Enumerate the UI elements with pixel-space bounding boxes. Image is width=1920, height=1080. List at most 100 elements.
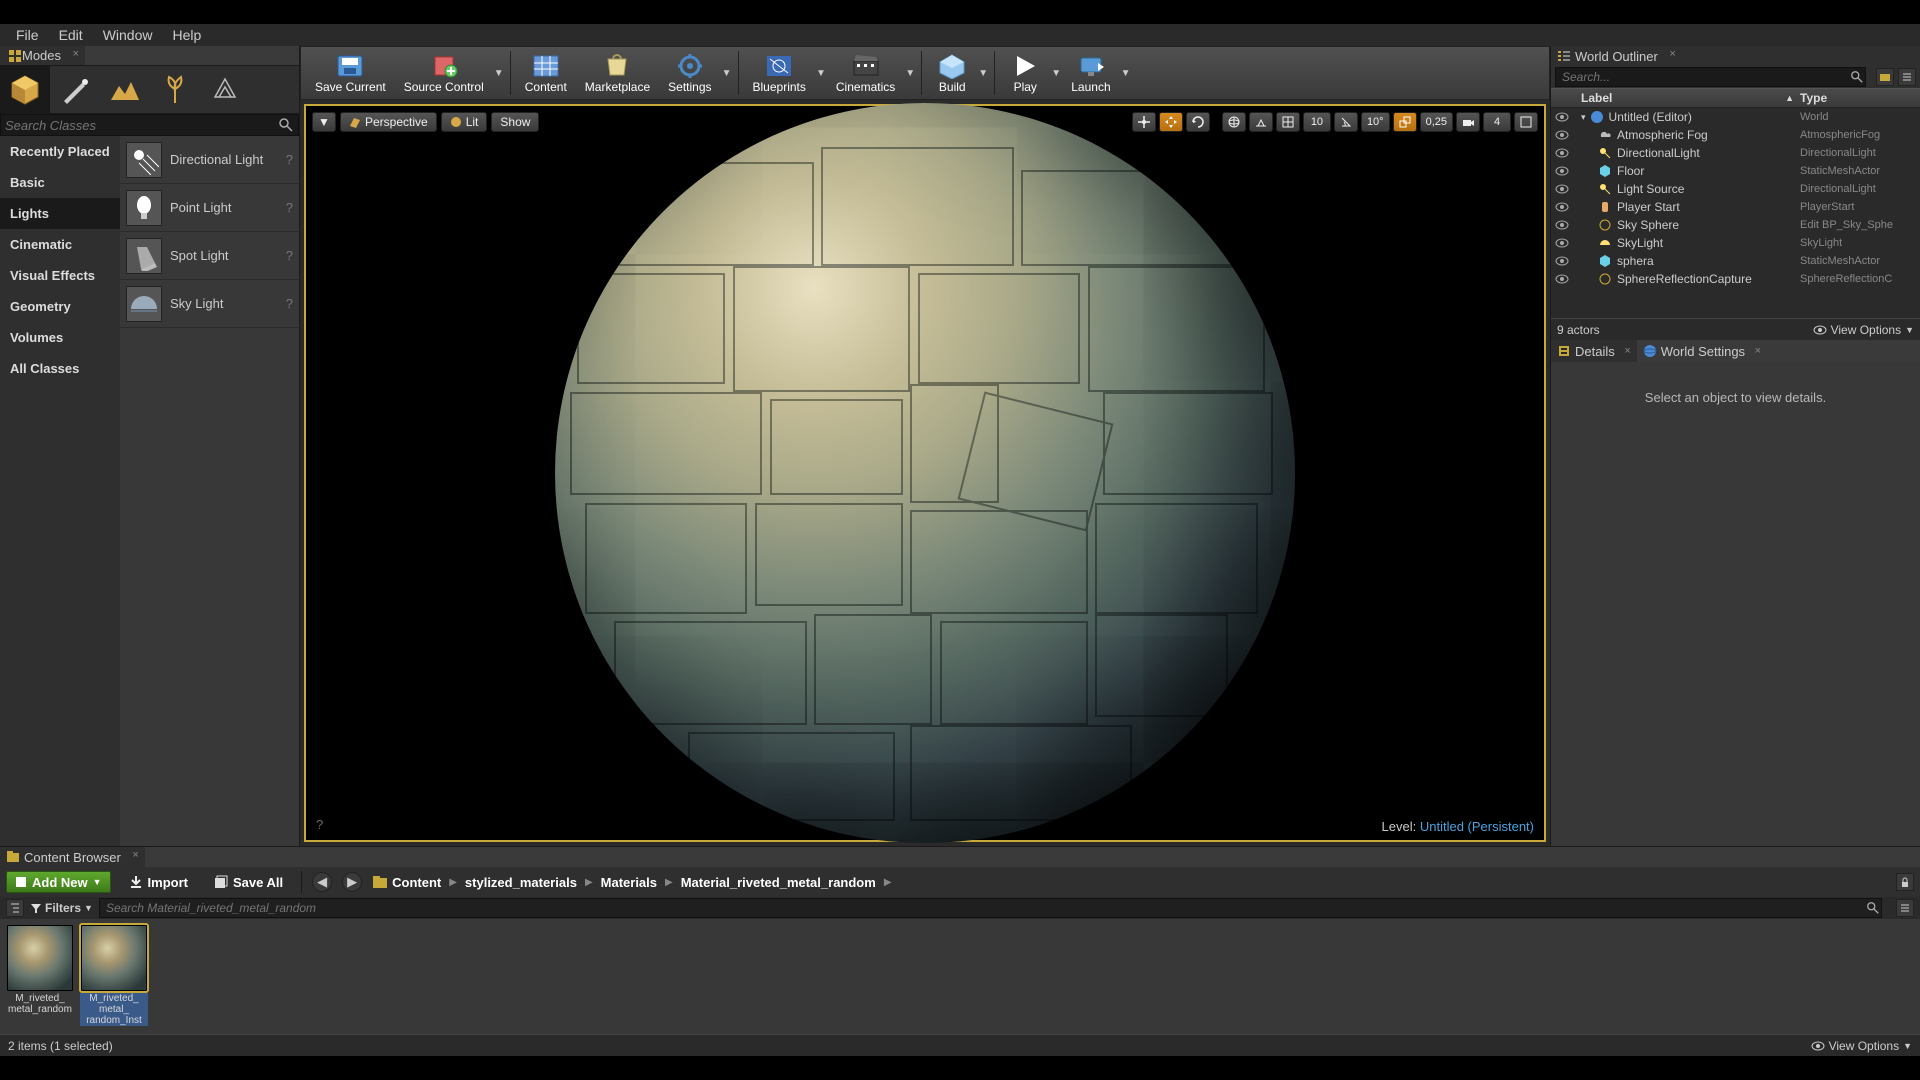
outliner-row[interactable]: Player StartPlayerStart	[1551, 198, 1920, 216]
viewport-options-dropdown[interactable]: ▼	[312, 112, 336, 132]
cb-view-options-button[interactable]: View Options ▼	[1811, 1039, 1912, 1053]
crumb-stylized[interactable]: stylized_materials	[465, 875, 577, 890]
visibility-eye-icon[interactable]	[1555, 130, 1571, 140]
outliner-row[interactable]: SphereReflectionCaptureSphereReflectionC	[1551, 270, 1920, 288]
visibility-eye-icon[interactable]	[1555, 112, 1571, 122]
tab-modes[interactable]: Modes ×	[0, 46, 85, 65]
outliner-row[interactable]: ▾Untitled (Editor)World	[1551, 108, 1920, 126]
cb-settings-button[interactable]	[1896, 899, 1914, 917]
mode-geometry[interactable]	[200, 66, 250, 114]
asset-area[interactable]: M_​riveted_​metal_​randomM_​riveted_​met…	[0, 919, 1920, 1034]
camera-speed-button[interactable]	[1456, 112, 1480, 132]
coordinate-system-button[interactable]	[1222, 112, 1246, 132]
outliner-options-button[interactable]	[1898, 68, 1916, 86]
menu-edit[interactable]: Edit	[49, 25, 93, 45]
launch-button[interactable]: Launch	[1063, 47, 1118, 99]
nav-forward-button[interactable]: ▶	[342, 872, 362, 892]
visibility-eye-icon[interactable]	[1555, 238, 1571, 248]
asset-item[interactable]: M_​riveted_​metal_​random_​Inst	[80, 925, 148, 1028]
visibility-eye-icon[interactable]	[1555, 202, 1571, 212]
tab-details[interactable]: Details ×	[1551, 340, 1637, 362]
cat-recently-placed[interactable]: Recently Placed	[0, 136, 120, 167]
cb-search-input[interactable]	[99, 898, 1882, 918]
crumb-content[interactable]: Content	[392, 875, 441, 890]
rotate-mode-button[interactable]	[1186, 112, 1210, 132]
scale-snap-value[interactable]: 0,25	[1420, 112, 1453, 132]
add-new-button[interactable]: Add New ▼	[6, 871, 111, 893]
cat-all-classes[interactable]: All Classes	[0, 353, 120, 384]
play-dropdown[interactable]: ▼	[1051, 68, 1061, 79]
outliner-row[interactable]: spheraStaticMeshActor	[1551, 252, 1920, 270]
light-spot[interactable]: Spot Light ?	[120, 232, 299, 280]
blueprints-dropdown[interactable]: ▼	[816, 68, 826, 79]
outliner-row[interactable]: Light SourceDirectionalLight	[1551, 180, 1920, 198]
column-label[interactable]: Label▲	[1551, 89, 1800, 107]
outliner-row[interactable]: FloorStaticMeshActor	[1551, 162, 1920, 180]
light-directional[interactable]: Directional Light ?	[120, 136, 299, 184]
lit-button[interactable]: Lit	[441, 112, 488, 132]
cat-volumes[interactable]: Volumes	[0, 322, 120, 353]
light-sky[interactable]: Sky Light ?	[120, 280, 299, 328]
angle-snap-value[interactable]: 10°	[1361, 112, 1390, 132]
build-button[interactable]: Build	[928, 47, 976, 99]
search-classes-input[interactable]	[5, 118, 278, 133]
visibility-eye-icon[interactable]	[1555, 274, 1571, 284]
visibility-eye-icon[interactable]	[1555, 184, 1571, 194]
launch-dropdown[interactable]: ▼	[1121, 68, 1131, 79]
outliner-row[interactable]: Sky SphereEdit BP_Sky_Sphe	[1551, 216, 1920, 234]
menu-window[interactable]: Window	[93, 25, 163, 45]
close-icon[interactable]: ×	[73, 48, 79, 60]
level-name[interactable]: Untitled (Persistent)	[1420, 819, 1534, 834]
lock-path-button[interactable]	[1896, 873, 1914, 891]
visibility-eye-icon[interactable]	[1555, 256, 1571, 266]
grid-snap-value[interactable]: 10	[1303, 112, 1331, 132]
select-mode-button[interactable]	[1132, 112, 1156, 132]
build-dropdown[interactable]: ▼	[978, 68, 988, 79]
settings-button[interactable]: Settings	[660, 47, 719, 99]
menu-file[interactable]: File	[6, 25, 49, 45]
grid-snap-toggle[interactable]	[1276, 112, 1300, 132]
light-point[interactable]: Point Light ?	[120, 184, 299, 232]
cat-geometry[interactable]: Geometry	[0, 291, 120, 322]
camera-speed-value[interactable]: 4	[1483, 112, 1511, 132]
view-options-button[interactable]: View Options ▼	[1813, 323, 1914, 337]
outliner-new-folder-button[interactable]	[1876, 68, 1894, 86]
save-all-button[interactable]: Save All	[206, 871, 291, 893]
content-button[interactable]: Content	[517, 47, 575, 99]
cat-cinematic[interactable]: Cinematic	[0, 229, 120, 260]
help-icon[interactable]: ?	[286, 296, 293, 311]
source-control-dropdown[interactable]: ▼	[494, 68, 504, 79]
show-button[interactable]: Show	[491, 112, 539, 132]
outliner-search-input[interactable]	[1555, 67, 1866, 87]
source-panel-toggle[interactable]	[6, 899, 24, 917]
outliner-row[interactable]: SkyLightSkyLight	[1551, 234, 1920, 252]
search-classes[interactable]	[0, 114, 299, 136]
import-button[interactable]: Import	[121, 871, 196, 893]
surface-snap-button[interactable]	[1249, 112, 1273, 132]
cinematics-button[interactable]: Cinematics	[828, 47, 903, 99]
marketplace-button[interactable]: Marketplace	[577, 47, 658, 99]
close-icon[interactable]: ×	[1669, 48, 1675, 60]
mode-foliage[interactable]	[150, 66, 200, 114]
cinematics-dropdown[interactable]: ▼	[905, 68, 915, 79]
help-icon[interactable]: ?	[286, 152, 293, 167]
outliner-row[interactable]: DirectionalLightDirectionalLight	[1551, 144, 1920, 162]
menu-help[interactable]: Help	[162, 25, 211, 45]
tab-world-outliner[interactable]: World Outliner ×	[1551, 46, 1682, 66]
column-type[interactable]: Type	[1800, 89, 1920, 107]
scale-snap-toggle[interactable]	[1393, 112, 1417, 132]
angle-snap-toggle[interactable]	[1334, 112, 1358, 132]
tab-content-browser[interactable]: Content Browser ×	[0, 847, 145, 867]
visibility-eye-icon[interactable]	[1555, 220, 1571, 230]
close-icon[interactable]: ×	[1624, 345, 1630, 357]
help-icon[interactable]: ?	[286, 248, 293, 263]
visibility-eye-icon[interactable]	[1555, 148, 1571, 158]
viewport[interactable]: ▼ Perspective Lit Show 10 10°	[304, 104, 1546, 842]
settings-dropdown[interactable]: ▼	[722, 68, 732, 79]
outliner-row[interactable]: Atmospheric FogAtmosphericFog	[1551, 126, 1920, 144]
cat-lights[interactable]: Lights	[0, 198, 120, 229]
crumb-materials[interactable]: Materials	[601, 875, 657, 890]
asset-item[interactable]: M_​riveted_​metal_​random	[6, 925, 74, 1028]
mode-place[interactable]	[0, 66, 50, 114]
cat-visual-effects[interactable]: Visual Effects	[0, 260, 120, 291]
